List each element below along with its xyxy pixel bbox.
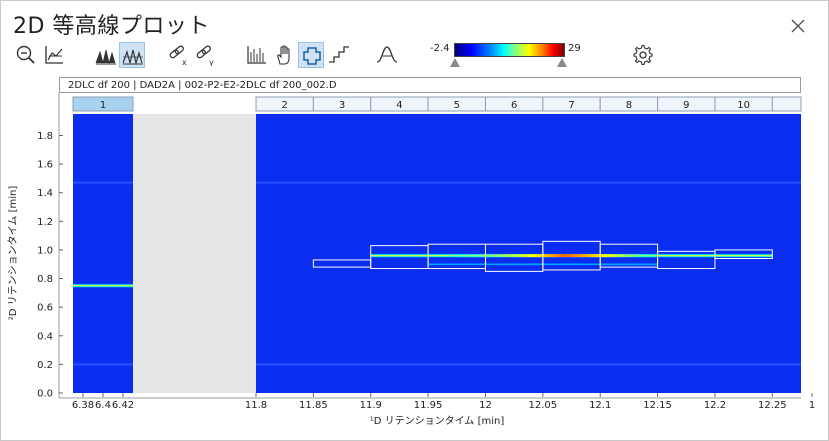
y-tick-label: 1.2 (37, 217, 53, 228)
intensity-band (73, 180, 133, 186)
peak-maximum (451, 254, 658, 258)
cut-label: 4 (396, 100, 402, 111)
y-tick-label: 0.6 (37, 303, 53, 314)
x-tick-label: 12.15 (643, 400, 672, 411)
x-tick-label: 6.38 (72, 400, 94, 411)
intensity-band (256, 361, 801, 367)
x-axis: 6.38 6.4 6.42 11.8 11.85 11.9 11.95 12 12.05 12.1… (59, 393, 815, 411)
intensity-band (256, 180, 801, 186)
cut-label: 8 (626, 100, 632, 111)
x-tick-label: 12.2 (704, 400, 726, 411)
x-tick-label: 12 (479, 400, 492, 411)
cut-label: 6 (511, 100, 517, 111)
intensity-band (73, 361, 133, 367)
y-axis: 0.0 0.2 0.4 0.6 0.8 1.0 1.2 1.4 1.6 1.8 (37, 93, 63, 400)
y-tick-label: 1.4 (37, 188, 53, 199)
x-tick-label: 12.05 (529, 400, 558, 411)
y-axis-title: ²D リテンションタイム [min] (7, 186, 19, 321)
cut-label: 5 (454, 100, 460, 111)
heatmap-segment-1 (73, 114, 133, 393)
cut-label: 2 (281, 100, 287, 111)
y-tick-label: 0.0 (37, 389, 53, 400)
y-tick-label: 1.6 (37, 160, 53, 171)
x-tick-label: 6.4 (95, 400, 111, 411)
x-axis-title: ¹D リテンションタイム [min] (370, 415, 505, 427)
intensity-band (73, 283, 133, 289)
cut-header-strip: 1 2 3 4 5 6 7 8 9 10 (72, 96, 802, 112)
x-tick-label: 12.1 (589, 400, 611, 411)
x-tick-label: 11.85 (299, 400, 328, 411)
cut-tab-empty (771, 96, 802, 112)
y-tick-label: 0.8 (37, 274, 53, 285)
cut-label: 7 (568, 100, 574, 111)
cut-label: 10 (737, 100, 750, 111)
y-tick-label: 1.0 (37, 245, 53, 256)
x-tick-label: 6.42 (112, 400, 134, 411)
x-tick-label: 11.9 (360, 400, 382, 411)
segment-gap (133, 114, 256, 393)
cut-label: 3 (339, 100, 345, 111)
y-tick-label: 1.8 (37, 131, 53, 142)
x-tick-label: 11.95 (414, 400, 443, 411)
y-tick-label: 0.2 (37, 360, 53, 371)
cut-label: 9 (683, 100, 689, 111)
cut-label: 1 (100, 100, 106, 111)
contour-plot[interactable]: 1 2 3 4 5 6 7 8 9 10 0.00.20.40.60.81.01.21.41.61… (0, 0, 829, 441)
x-tick-label: 11.8 (245, 400, 267, 411)
x-tick-label: 1 (809, 400, 815, 411)
y-tick-label: 0.4 (37, 331, 53, 342)
x-tick-label: 12.25 (758, 400, 787, 411)
